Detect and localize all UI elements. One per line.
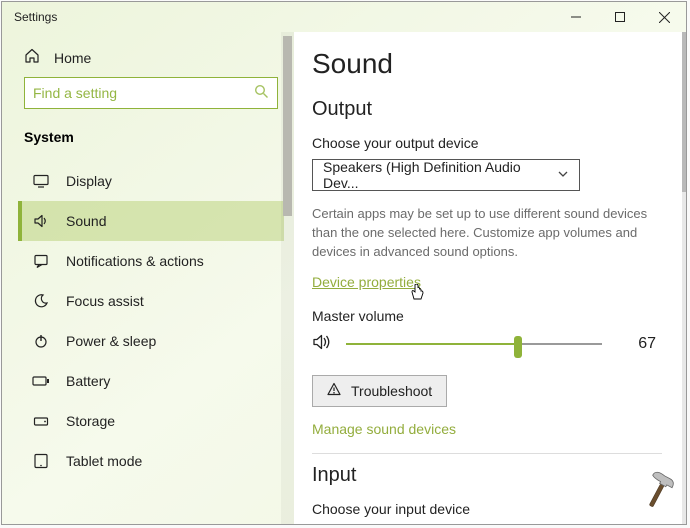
slider-fill	[346, 343, 518, 345]
window-body: Home Find a setting System Display So	[2, 32, 686, 524]
minimize-button[interactable]	[554, 2, 598, 32]
display-icon	[32, 173, 50, 189]
slider-thumb[interactable]	[514, 336, 522, 358]
battery-icon	[32, 375, 50, 387]
sidebar-item-label: Tablet mode	[66, 453, 142, 469]
sidebar: Home Find a setting System Display So	[2, 32, 294, 524]
content-scrollbar-thumb[interactable]	[682, 32, 686, 192]
volume-value: 67	[634, 335, 662, 353]
search-input[interactable]: Find a setting	[24, 77, 278, 109]
sidebar-item-label: Focus assist	[66, 293, 144, 309]
sidebar-item-display[interactable]: Display	[18, 161, 284, 201]
chevron-down-icon	[557, 167, 569, 183]
search-placeholder: Find a setting	[33, 85, 117, 101]
sound-icon	[32, 213, 50, 229]
output-helper-text: Certain apps may be set up to use differ…	[312, 205, 662, 262]
volume-slider[interactable]	[346, 334, 602, 354]
input-heading: Input	[312, 464, 662, 487]
volume-row: 67	[312, 332, 662, 357]
output-heading: Output	[312, 98, 662, 121]
close-button[interactable]	[642, 2, 686, 32]
cursor-icon	[410, 284, 425, 307]
sidebar-item-tablet-mode[interactable]: Tablet mode	[18, 441, 284, 481]
sidebar-item-notifications[interactable]: Notifications & actions	[18, 241, 284, 281]
sidebar-item-label: Storage	[66, 413, 115, 429]
sidebar-item-battery[interactable]: Battery	[18, 361, 284, 401]
sidebar-home[interactable]: Home	[18, 40, 284, 77]
sidebar-item-power-sleep[interactable]: Power & sleep	[18, 321, 284, 361]
storage-icon	[32, 413, 50, 429]
focus-icon	[32, 293, 50, 309]
manage-sound-devices-link[interactable]: Manage sound devices	[312, 421, 456, 437]
titlebar: Settings	[2, 2, 686, 32]
sidebar-item-label: Notifications & actions	[66, 253, 204, 269]
tablet-icon	[32, 453, 50, 469]
speaker-icon[interactable]	[312, 332, 332, 357]
page-title: Sound	[312, 48, 662, 80]
output-device-label: Choose your output device	[312, 135, 662, 151]
troubleshoot-label: Troubleshoot	[351, 383, 432, 399]
caption-buttons	[554, 2, 686, 32]
content: Sound Output Choose your output device S…	[294, 32, 686, 524]
sidebar-section-label: System	[18, 119, 284, 161]
sidebar-item-label: Battery	[66, 373, 110, 389]
maximize-button[interactable]	[598, 2, 642, 32]
warning-icon	[327, 382, 341, 399]
sidebar-item-label: Power & sleep	[66, 333, 156, 349]
notifications-icon	[32, 253, 50, 269]
output-device-selected: Speakers (High Definition Audio Dev...	[323, 159, 557, 191]
sidebar-item-label: Sound	[66, 213, 106, 229]
sidebar-item-label: Display	[66, 173, 112, 189]
sidebar-item-focus-assist[interactable]: Focus assist	[18, 281, 284, 321]
section-divider	[312, 453, 662, 454]
content-scrollbar[interactable]	[682, 32, 686, 524]
window-title: Settings	[14, 10, 57, 24]
sidebar-scrollbar[interactable]	[281, 32, 294, 524]
sidebar-scrollbar-thumb[interactable]	[283, 36, 292, 216]
hammer-watermark-icon	[638, 470, 680, 517]
settings-window: Settings Home Find a setting	[1, 1, 687, 525]
output-device-dropdown[interactable]: Speakers (High Definition Audio Dev...	[312, 159, 580, 191]
device-properties-link[interactable]: Device properties	[312, 274, 421, 290]
master-volume-label: Master volume	[312, 308, 662, 324]
input-device-label: Choose your input device	[312, 501, 662, 517]
search-icon	[254, 84, 269, 102]
sidebar-home-label: Home	[54, 50, 91, 66]
home-icon	[24, 48, 40, 67]
power-icon	[32, 333, 50, 349]
troubleshoot-button[interactable]: Troubleshoot	[312, 375, 447, 407]
sidebar-item-sound[interactable]: Sound	[18, 201, 284, 241]
sidebar-item-storage[interactable]: Storage	[18, 401, 284, 441]
